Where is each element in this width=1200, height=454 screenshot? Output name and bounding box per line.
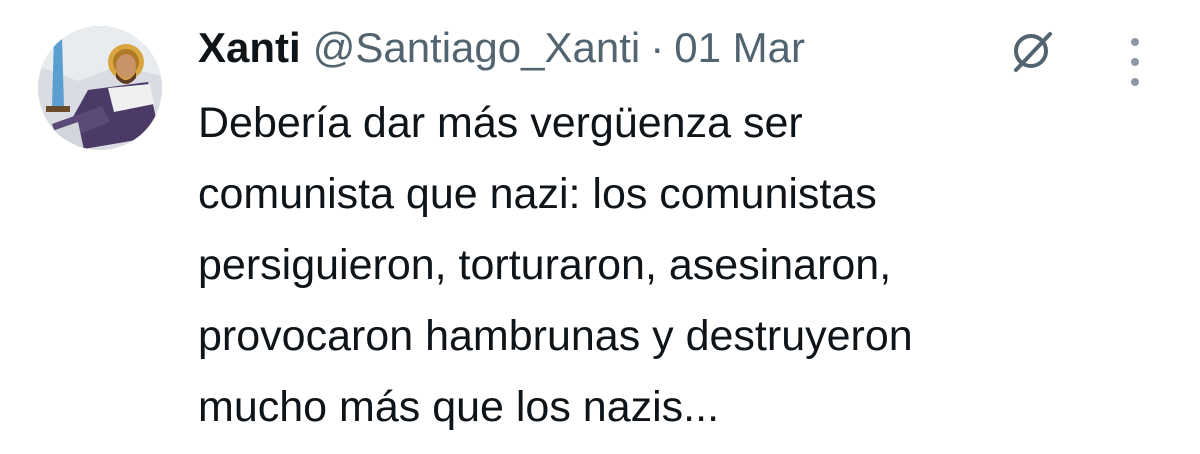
avatar-image	[38, 26, 162, 150]
more-options-icon[interactable]	[1123, 36, 1147, 88]
tweet-content: Xanti @Santiago_Xanti · 01 Mar Debería d…	[198, 18, 1188, 443]
author-handle[interactable]: @Santiago_Xanti	[313, 18, 641, 78]
tweet: Xanti @Santiago_Xanti · 01 Mar Debería d…	[0, 0, 1200, 454]
author-display-name[interactable]: Xanti	[198, 18, 301, 78]
tweet-date[interactable]: 01 Mar	[674, 18, 805, 78]
tweet-text: Debería dar más vergüenza ser comunista …	[198, 99, 913, 431]
grok-icon[interactable]	[1008, 28, 1054, 74]
avatar[interactable]	[38, 26, 162, 150]
separator-dot: ·	[650, 24, 665, 71]
